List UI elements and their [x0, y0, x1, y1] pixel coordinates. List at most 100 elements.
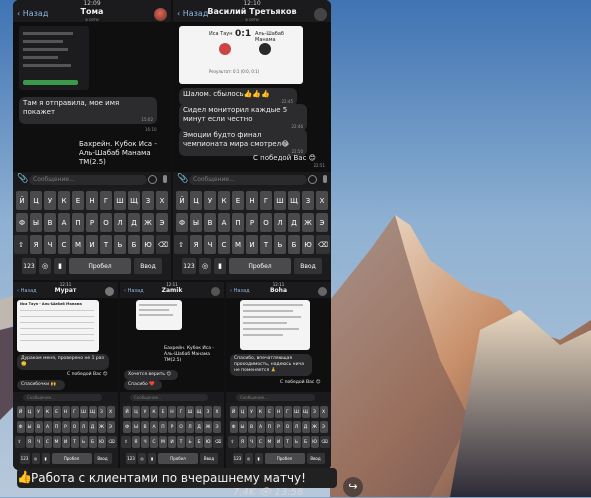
keyboard-key[interactable]: Х: [156, 191, 168, 210]
mic-key[interactable]: ▮: [214, 258, 226, 274]
share-button[interactable]: ↪: [343, 477, 363, 497]
keyboard-key[interactable]: Ы: [190, 213, 202, 232]
keyboard-key[interactable]: Б: [88, 436, 97, 448]
enter-key[interactable]: Ввод: [294, 258, 322, 274]
keyboard-key[interactable]: Э: [316, 213, 328, 232]
message-input[interactable]: Сообщение...: [189, 175, 307, 185]
keyboard-key[interactable]: М: [52, 436, 61, 448]
keyboard-key[interactable]: И: [86, 235, 98, 254]
keyboard-key[interactable]: А: [150, 421, 158, 433]
enter-key[interactable]: Ввод: [306, 453, 325, 464]
keyboard-key[interactable]: Т: [100, 235, 112, 254]
keyboard-key[interactable]: М: [232, 235, 244, 254]
keyboard-key[interactable]: В: [34, 421, 43, 433]
keyboard-key[interactable]: В: [141, 421, 149, 433]
backspace-key[interactable]: ⌫: [106, 436, 117, 448]
keyboard-key[interactable]: Ж: [97, 421, 106, 433]
keyboard-key[interactable]: Ь: [114, 235, 126, 254]
mic-key[interactable]: ▮: [148, 453, 156, 464]
keyboard-key[interactable]: П: [265, 421, 274, 433]
shift-key[interactable]: ⇧: [14, 235, 28, 254]
keyboard-key[interactable]: Т: [260, 235, 272, 254]
keyboard-key[interactable]: Д: [88, 421, 97, 433]
space-key[interactable]: Пробел: [229, 258, 291, 274]
shift-key[interactable]: ⇧: [174, 235, 188, 254]
numbers-key[interactable]: 123: [126, 453, 136, 464]
keyboard-key[interactable]: Я: [238, 436, 247, 448]
keyboard-key[interactable]: Й: [123, 406, 131, 418]
avatar[interactable]: [318, 287, 327, 296]
keyboard-key[interactable]: К: [58, 191, 70, 210]
keyboard-key[interactable]: Ы: [25, 421, 34, 433]
keyboard-key[interactable]: Ц: [238, 406, 247, 418]
keyboard-key[interactable]: С: [256, 436, 265, 448]
avatar[interactable]: [211, 287, 220, 296]
keyboard-key[interactable]: Я: [30, 235, 42, 254]
keyboard-key[interactable]: З: [97, 406, 106, 418]
keyboard-key[interactable]: Ж: [310, 421, 319, 433]
space-key[interactable]: Пробел: [51, 453, 92, 464]
keyboard-key[interactable]: Ц: [30, 191, 42, 210]
backspace-key[interactable]: ⌫: [316, 235, 330, 254]
shift-key[interactable]: ⇧: [227, 436, 238, 448]
attach-icon[interactable]: 📎: [17, 174, 28, 184]
keyboard-key[interactable]: Ш: [274, 191, 286, 210]
numbers-key[interactable]: 123: [19, 453, 30, 464]
keyboard-key[interactable]: С: [43, 436, 52, 448]
keyboard-key[interactable]: Х: [316, 191, 328, 210]
keyboard-key[interactable]: Ж: [142, 213, 154, 232]
keyboard-key[interactable]: Л: [186, 421, 194, 433]
keyboard-key[interactable]: М: [265, 436, 274, 448]
keyboard-key[interactable]: Л: [292, 421, 301, 433]
keyboard-key[interactable]: Ш: [292, 406, 301, 418]
enter-key[interactable]: Ввод: [200, 453, 218, 464]
keyboard-key[interactable]: Ь: [186, 436, 194, 448]
keyboard-key[interactable]: Ю: [204, 436, 212, 448]
keyboard-key[interactable]: Ж: [204, 421, 212, 433]
keyboard-key[interactable]: Т: [177, 436, 185, 448]
keyboard-key[interactable]: Ч: [141, 436, 149, 448]
attach-icon[interactable]: 📎: [177, 174, 188, 184]
keyboard-key[interactable]: Г: [100, 191, 112, 210]
keyboard-key[interactable]: Ы: [238, 421, 247, 433]
keyboard-key[interactable]: Л: [114, 213, 126, 232]
keyboard-key[interactable]: А: [218, 213, 230, 232]
keyboard-key[interactable]: Ч: [44, 235, 56, 254]
keyboard-key[interactable]: Р: [168, 421, 176, 433]
keyboard-key[interactable]: Ф: [16, 421, 25, 433]
keyboard-key[interactable]: З: [204, 406, 212, 418]
keyboard-key[interactable]: З: [302, 191, 314, 210]
keyboard-key[interactable]: Б: [301, 436, 310, 448]
keyboard-key[interactable]: Г: [283, 406, 292, 418]
keyboard-key[interactable]: О: [283, 421, 292, 433]
keyboard-key[interactable]: Я: [190, 235, 202, 254]
keyboard-key[interactable]: Х: [213, 406, 221, 418]
keyboard-key[interactable]: Ц: [25, 406, 34, 418]
keyboard-key[interactable]: И: [274, 436, 283, 448]
keyboard-key[interactable]: Я: [132, 436, 140, 448]
avatar[interactable]: [154, 8, 167, 21]
keyboard-key[interactable]: Д: [288, 213, 300, 232]
keyboard-key[interactable]: Щ: [195, 406, 203, 418]
keyboard-key[interactable]: Е: [72, 191, 84, 210]
avatar[interactable]: [105, 287, 114, 296]
keyboard-key[interactable]: Щ: [288, 191, 300, 210]
keyboard-key[interactable]: Т: [70, 436, 79, 448]
keyboard-key[interactable]: В: [247, 421, 256, 433]
keyboard-key[interactable]: Ю: [310, 436, 319, 448]
avatar[interactable]: [314, 8, 327, 21]
keyboard-key[interactable]: Ф: [123, 421, 131, 433]
keyboard-key[interactable]: П: [52, 421, 61, 433]
keyboard-key[interactable]: Ф: [176, 213, 188, 232]
keyboard-key[interactable]: П: [159, 421, 167, 433]
keyboard-key[interactable]: Д: [195, 421, 203, 433]
keyboard-key[interactable]: Л: [79, 421, 88, 433]
keyboard-key[interactable]: Й: [16, 191, 28, 210]
keyboard-key[interactable]: О: [100, 213, 112, 232]
keyboard-key[interactable]: Щ: [128, 191, 140, 210]
keyboard-key[interactable]: Е: [52, 406, 61, 418]
keyboard-key[interactable]: Ь: [274, 235, 286, 254]
keyboard-key[interactable]: В: [204, 213, 216, 232]
keyboard-key[interactable]: Г: [177, 406, 185, 418]
keyboard-key[interactable]: Б: [195, 436, 203, 448]
